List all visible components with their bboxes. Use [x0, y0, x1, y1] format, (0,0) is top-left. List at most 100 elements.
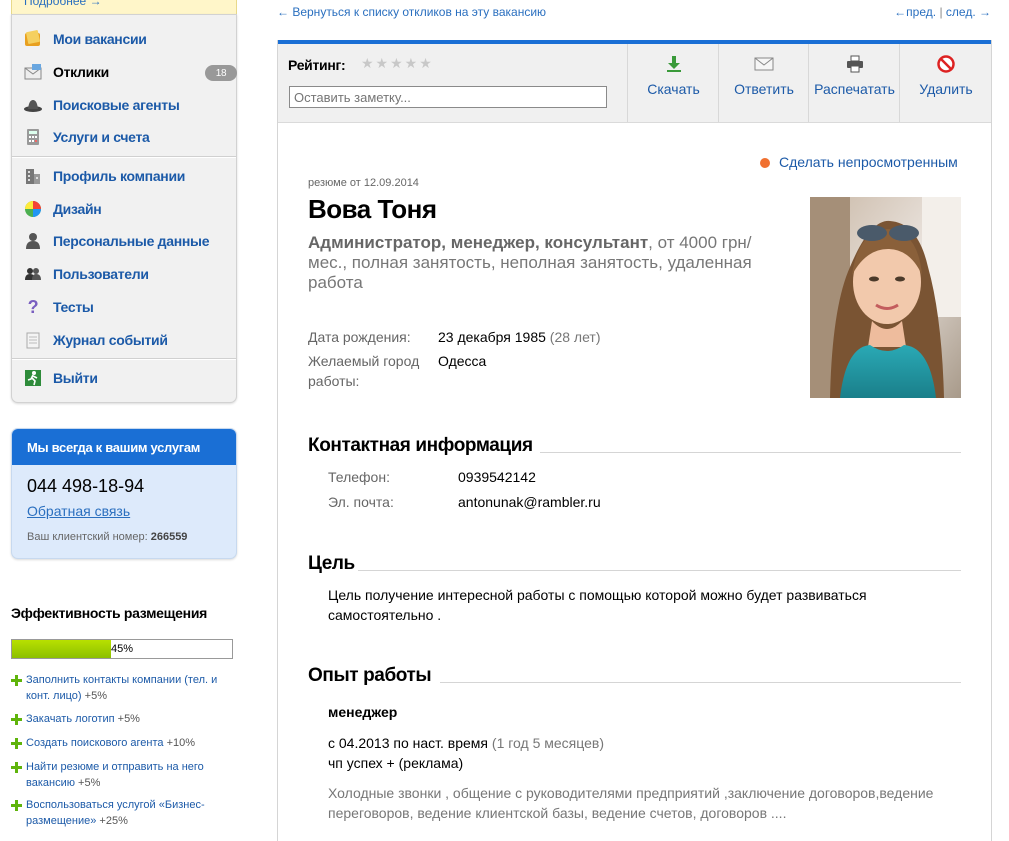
tip-link[interactable]: Закачать логотип [26, 713, 115, 725]
client-number-label: Ваш клиентский номер: [27, 531, 148, 543]
sidebar-item-label: Пользователи [53, 266, 149, 282]
question-icon: ? [27, 297, 39, 317]
sidebar-item-services[interactable]: Услуги и счета [24, 125, 150, 149]
plus-icon [11, 714, 22, 725]
job-description: Холодные звонки , общение с руководителя… [328, 785, 934, 821]
section-divider [540, 452, 961, 453]
responses-count-badge: 18 [205, 65, 237, 81]
pager: ←пред. | след. → [894, 5, 991, 19]
delete-icon [937, 55, 955, 75]
email-label: Эл. почта: [328, 494, 394, 510]
rating-label: Рейтинг: [288, 57, 346, 73]
delete-label: Удалить [919, 81, 973, 97]
sidebar-item-personal-data[interactable]: Персональные данные [24, 229, 210, 253]
notepad-icon [24, 331, 42, 349]
mark-unviewed-link[interactable]: Сделать непросмотренным [760, 154, 958, 170]
back-to-responses-link[interactable]: ← Вернуться к списку откликов на эту вак… [277, 5, 546, 19]
sidebar-item-design[interactable]: Дизайн [24, 197, 102, 221]
users-icon [24, 265, 42, 283]
nav-divider [12, 358, 236, 360]
next-link[interactable]: след. → [946, 5, 991, 19]
envelope-icon [24, 63, 42, 81]
experience-title: Опыт работы [308, 665, 432, 686]
service-title: Мы всегда к вашим услугам [12, 429, 236, 465]
phone-value: 0939542142 [458, 469, 536, 485]
sidebar-item-search-agents[interactable]: Поисковые агенты [24, 93, 180, 117]
print-button[interactable]: Распечатать [808, 44, 900, 122]
rating-stars[interactable]: ★★★★★ [361, 55, 434, 72]
resume-toolbar: Рейтинг: ★★★★★ Скачать Ответить Распечат… [278, 44, 991, 123]
download-label: Скачать [647, 81, 700, 97]
tip-link[interactable]: Создать поискового агента [26, 737, 164, 749]
goal-text: Цель получение интересной работы с помощ… [328, 587, 867, 623]
feedback-link[interactable]: Обратная связь [27, 503, 130, 519]
age: (28 лет) [549, 329, 601, 345]
more-link[interactable]: Подробнее → [24, 0, 102, 8]
efficiency-progress-text: 45% [110, 643, 134, 655]
print-label: Распечатать [814, 81, 895, 97]
sidebar: Подробнее → Мои вакансии Отклики 18 Поис… [0, 0, 245, 841]
nav-divider [12, 156, 236, 158]
prev-link[interactable]: ←пред. [894, 5, 936, 19]
folder-icon [24, 30, 42, 48]
job-period: с 04.2013 по наст. время (1 год 5 месяце… [328, 733, 604, 773]
sidebar-item-tests[interactable]: ? Тесты [24, 295, 94, 319]
candidate-name: Вова Тоня [308, 194, 437, 224]
plus-icon [11, 762, 22, 773]
tip-link[interactable]: Найти резюме и отправить на него ваканси… [26, 761, 204, 789]
sidebar-item-responses[interactable]: Отклики 18 [24, 60, 237, 84]
sidebar-item-label: Услуги и счета [53, 129, 150, 145]
tip-item: Закачать логотип +5% [11, 711, 236, 727]
nav-menu: Мои вакансии Отклики 18 Поисковые агенты… [11, 14, 237, 403]
birth-date-value: 23 декабря 1985 (28 лет) [438, 327, 601, 347]
support-phone: 044 498-18-94 [27, 476, 145, 496]
sidebar-item-label: Тесты [53, 299, 94, 315]
city-label: Желаемый город работы: [308, 353, 420, 389]
orange-dot-icon [760, 158, 770, 168]
tip-bonus: +10% [166, 737, 196, 749]
job-dates: с 04.2013 по наст. время [328, 735, 489, 751]
reply-label: Ответить [734, 81, 794, 97]
tip-item: Создать поискового агента +10% [11, 735, 236, 751]
calculator-icon [24, 128, 42, 146]
delete-button[interactable]: Удалить [899, 44, 992, 122]
more-banner[interactable]: Подробнее → [11, 0, 237, 15]
sidebar-item-my-vacancies[interactable]: Мои вакансии [24, 27, 147, 51]
service-box: Мы всегда к вашим услугам 044 498-18-94 … [11, 428, 237, 559]
plus-icon [11, 738, 22, 749]
client-number-value: 266559 [150, 531, 188, 543]
sidebar-item-label: Выйти [53, 370, 98, 386]
sidebar-item-company-profile[interactable]: Профиль компании [24, 164, 185, 188]
sidebar-item-label: Профиль компании [53, 168, 186, 184]
sidebar-item-users[interactable]: Пользователи [24, 262, 149, 286]
plus-icon [11, 800, 22, 811]
position-title: Администратор, менеджер, консультант [308, 233, 649, 252]
sidebar-item-logout[interactable]: Выйти [24, 366, 98, 390]
phone-label: Телефон: [328, 469, 390, 485]
birth-date: 23 декабря 1985 [438, 329, 546, 345]
tip-item: Воспользоваться услугой «Бизнес-размещен… [11, 797, 236, 829]
goal-title: Цель [308, 553, 355, 574]
tip-item: Найти резюме и отправить на него ваканси… [11, 759, 236, 791]
job-title: менеджер [328, 704, 398, 720]
desired-position: Администратор, менеджер, консультант, от… [308, 233, 758, 293]
tip-link[interactable]: Заполнить контакты компании (тел. и конт… [26, 674, 217, 702]
exit-icon [24, 369, 42, 387]
section-divider [440, 682, 961, 683]
job-company: чп успех + (реклама) [328, 755, 464, 771]
efficiency-progress: 45% [11, 639, 233, 659]
note-input[interactable] [289, 86, 607, 108]
sidebar-item-label: Мои вакансии [53, 31, 147, 47]
sidebar-item-label: Журнал событий [53, 332, 168, 348]
resume-date: резюме от 12.09.2014 [308, 177, 419, 189]
section-divider [358, 570, 961, 571]
plus-icon [11, 675, 22, 686]
download-button[interactable]: Скачать [627, 44, 719, 122]
sidebar-item-label: Отклики [53, 64, 109, 80]
reply-button[interactable]: Ответить [718, 44, 809, 122]
client-number: Ваш клиентский номер: 266559 [27, 531, 187, 543]
contacts-title: Контактная информация [308, 435, 533, 456]
efficiency-title: Эффективность размещения [11, 605, 207, 621]
sidebar-item-event-log[interactable]: Журнал событий [24, 328, 168, 352]
candidate-photo [810, 197, 961, 398]
